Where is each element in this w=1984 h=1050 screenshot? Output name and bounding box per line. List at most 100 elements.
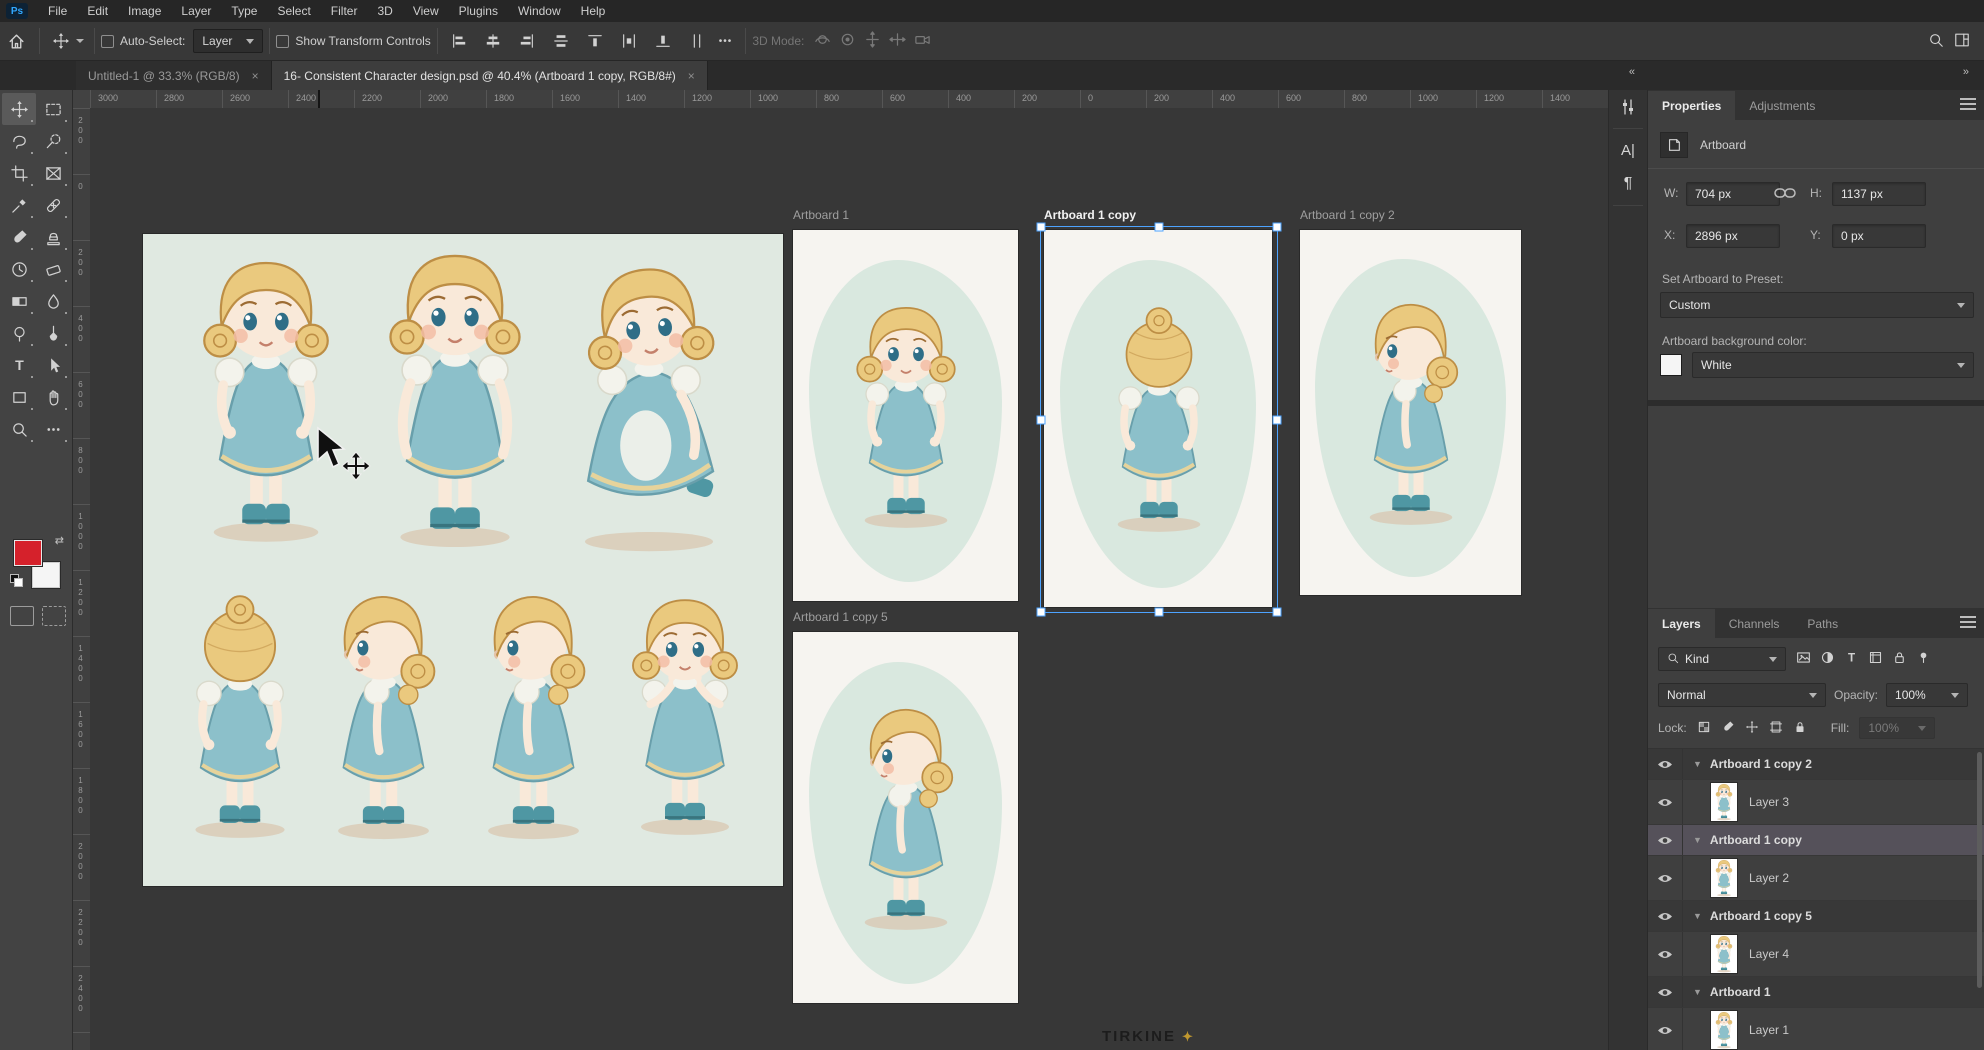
lock-pixels-icon[interactable] [1721, 720, 1735, 737]
artboard-1[interactable] [793, 230, 1018, 601]
transform-handle[interactable] [1037, 608, 1046, 617]
layer-thumbnail[interactable] [1711, 1011, 1737, 1049]
transform-handle[interactable] [1273, 223, 1282, 232]
fill-dropdown[interactable]: 100% [1859, 717, 1935, 739]
artboard-label[interactable]: Artboard 1 copy 5 [793, 610, 888, 624]
auto-select-checkbox[interactable] [101, 35, 114, 48]
paragraph-panel-icon[interactable]: ¶ [1609, 167, 1647, 201]
layer-name[interactable]: Layer 2 [1749, 871, 1789, 885]
tool-gradient[interactable] [2, 285, 36, 317]
collapse-dock-chevron-icon[interactable]: « [1629, 66, 1636, 78]
current-tool-icon[interactable] [46, 27, 76, 55]
lock-position-icon[interactable] [1745, 720, 1759, 737]
tab-layers[interactable]: Layers [1648, 609, 1715, 638]
visibility-eye-icon[interactable] [1648, 932, 1683, 976]
panel-menu-icon[interactable] [1960, 98, 1976, 110]
foreground-color-swatch[interactable] [14, 540, 42, 566]
tool-frame[interactable] [36, 157, 70, 189]
tool-blur[interactable] [36, 285, 70, 317]
layer-row[interactable]: Layer 2 [1648, 856, 1984, 901]
menu-filter[interactable]: Filter [321, 2, 368, 20]
tool-zoom[interactable] [2, 413, 36, 445]
width-field[interactable]: 704 px [1686, 182, 1780, 206]
menu-file[interactable]: File [38, 2, 77, 20]
filter-shape-icon[interactable] [1868, 650, 1883, 668]
ruler-origin-corner[interactable] [72, 90, 91, 109]
artboard-1-copy[interactable] [1044, 230, 1272, 607]
layer-group-row[interactable]: ▼Artboard 1 copy 5 [1648, 901, 1984, 932]
document-tab-untitled[interactable]: Untitled-1 @ 33.3% (RGB/8) × [76, 61, 272, 90]
tool-brush[interactable] [2, 221, 36, 253]
3d-pan3d-button[interactable] [864, 31, 881, 51]
3d-slide3d-button[interactable] [889, 31, 906, 51]
tool-healing[interactable] [36, 189, 70, 221]
layer-group-row[interactable]: ▼Artboard 1 [1648, 977, 1984, 1008]
tool-lasso[interactable] [2, 125, 36, 157]
expand-chevron-icon[interactable]: ▼ [1693, 759, 1702, 769]
artboard-reference-sheet[interactable] [143, 234, 783, 886]
default-colors-icon[interactable] [10, 574, 22, 586]
auto-select-target-dropdown[interactable]: Layer [193, 29, 263, 53]
layers-scrollbar[interactable] [1977, 752, 1982, 988]
expand-chevron-icon[interactable]: ▼ [1693, 835, 1702, 845]
panel-menu-icon[interactable] [1960, 616, 1976, 628]
horizontal-ruler[interactable]: 3000280026002400220020001800160014001200… [90, 90, 1610, 109]
transform-handle[interactable] [1155, 608, 1164, 617]
tool-pen[interactable] [36, 317, 70, 349]
tool-hand[interactable] [36, 381, 70, 413]
height-field[interactable]: 1137 px [1832, 182, 1926, 206]
filter-image-icon[interactable] [1796, 650, 1811, 668]
tool-eyedropper[interactable] [2, 189, 36, 221]
visibility-eye-icon[interactable] [1648, 825, 1683, 855]
more-align-options-button[interactable]: ••• [712, 27, 740, 55]
photoshop-logo-icon[interactable]: Ps [6, 3, 28, 19]
home-button[interactable] [0, 27, 33, 55]
3d-orbit-button[interactable] [814, 31, 831, 51]
x-position-field[interactable]: 2896 px [1686, 224, 1780, 248]
vertical-ruler[interactable]: 2000200400600800100012001400160018002000… [72, 108, 91, 1050]
character-panel-icon[interactable]: A| [1609, 133, 1647, 167]
blend-mode-dropdown[interactable]: Normal [1658, 683, 1826, 707]
document-tab-character-design[interactable]: 16- Consistent Character design.psd @ 40… [272, 61, 708, 90]
transform-handle[interactable] [1273, 608, 1282, 617]
layer-name[interactable]: Layer 3 [1749, 795, 1789, 809]
layer-name[interactable]: Layer 1 [1749, 1023, 1789, 1037]
filter-type-icon[interactable]: T [1844, 650, 1859, 668]
layer-row[interactable]: Layer 3 [1648, 780, 1984, 825]
visibility-eye-icon[interactable] [1648, 901, 1683, 931]
align-a-center-button[interactable] [478, 27, 508, 55]
menu-3d[interactable]: 3D [367, 2, 402, 20]
layer-group-row[interactable]: ▼Artboard 1 copy [1648, 825, 1984, 856]
lock-transparency-icon[interactable] [1697, 720, 1711, 737]
filter-attribute-icon[interactable] [1916, 650, 1931, 668]
lock-all-icon[interactable] [1793, 720, 1807, 737]
tool-clone-stamp[interactable] [36, 221, 70, 253]
close-tab-icon[interactable]: × [252, 69, 259, 83]
align-d-bottom-button[interactable] [648, 27, 678, 55]
visibility-eye-icon[interactable] [1648, 749, 1683, 779]
lock-artboard-icon[interactable] [1769, 720, 1783, 737]
tool-eraser[interactable] [36, 253, 70, 285]
layer-row[interactable]: Layer 4 [1648, 932, 1984, 977]
canvas-area[interactable]: 3000280026002400220020001800160014001200… [72, 90, 1610, 1050]
align-d-mid-button[interactable] [614, 27, 644, 55]
pasteboard[interactable]: Artboard 1 Artboard 1 copy [90, 108, 1610, 1050]
artboard-1-copy-2[interactable] [1300, 230, 1521, 595]
visibility-eye-icon[interactable] [1648, 856, 1683, 900]
align-a-left-button[interactable] [444, 27, 474, 55]
align-d-top-button[interactable] [580, 27, 610, 55]
workspace-switcher-icon[interactable] [1954, 32, 1970, 51]
menu-layer[interactable]: Layer [171, 2, 221, 20]
artboard-1-copy-5[interactable] [793, 632, 1018, 1003]
tool-marquee[interactable] [36, 93, 70, 125]
tool-type[interactable]: T [2, 349, 36, 381]
expand-chevron-icon[interactable]: ▼ [1693, 911, 1702, 921]
tab-adjustments[interactable]: Adjustments [1735, 91, 1829, 120]
layer-thumbnail[interactable] [1711, 783, 1737, 821]
align-d-gap-button[interactable] [682, 27, 712, 55]
tab-channels[interactable]: Channels [1715, 609, 1794, 638]
link-dimensions-icon[interactable] [1774, 184, 1796, 202]
visibility-eye-icon[interactable] [1648, 977, 1683, 1007]
artboard-label[interactable]: Artboard 1 [793, 208, 849, 222]
visibility-eye-icon[interactable] [1648, 780, 1683, 824]
